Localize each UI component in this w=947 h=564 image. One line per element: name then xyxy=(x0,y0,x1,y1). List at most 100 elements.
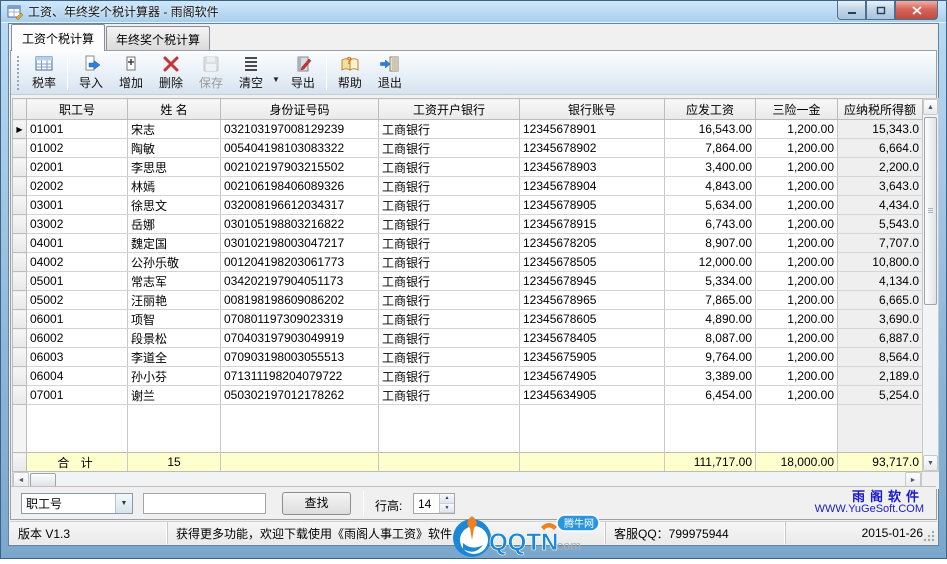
table-row[interactable]: 05002 汪丽艳 008198198609086202 工商银行 123456… xyxy=(13,291,923,310)
table-row[interactable]: 02001 李思思 002102197903215502 工商银行 123456… xyxy=(13,158,923,177)
cell-salary[interactable]: 7,865.00 xyxy=(665,291,756,310)
row-indicator-cell[interactable] xyxy=(13,272,27,291)
cell-taxable[interactable]: 5,543.0 xyxy=(838,215,923,234)
cell-id-number[interactable]: 008198198609086202 xyxy=(221,291,379,310)
spinner-down-button[interactable]: ▼ xyxy=(440,504,454,514)
cell-salary[interactable]: 4,843.00 xyxy=(665,177,756,196)
cell-bank[interactable]: 工商银行 xyxy=(379,139,520,158)
cell-bank[interactable]: 工商银行 xyxy=(379,291,520,310)
cell-insurance[interactable]: 1,200.00 xyxy=(756,386,838,405)
header-taxable[interactable]: 应纳税所得额 xyxy=(838,99,923,120)
cell-taxable[interactable]: 2,189.0 xyxy=(838,367,923,386)
table-row[interactable]: 06001 项智 070801197309023319 工商银行 1234567… xyxy=(13,310,923,329)
spinner-up-button[interactable]: ▲ xyxy=(440,494,454,504)
cell-salary[interactable]: 12,000.00 xyxy=(665,253,756,272)
row-indicator-cell[interactable] xyxy=(13,310,27,329)
cell-name[interactable]: 项智 xyxy=(128,310,221,329)
cell-salary[interactable]: 6,743.00 xyxy=(665,215,756,234)
header-salary[interactable]: 应发工资 xyxy=(665,99,756,120)
cell-name[interactable]: 汪丽艳 xyxy=(128,291,221,310)
cell-account[interactable]: 12345675905 xyxy=(520,348,665,367)
cell-bank[interactable]: 工商银行 xyxy=(379,177,520,196)
cell-insurance[interactable]: 1,200.00 xyxy=(756,177,838,196)
cell-account[interactable]: 12345678901 xyxy=(520,120,665,139)
cell-taxable[interactable]: 6,665.0 xyxy=(838,291,923,310)
cell-taxable[interactable]: 7,707.0 xyxy=(838,234,923,253)
cell-salary[interactable]: 8,087.00 xyxy=(665,329,756,348)
cell-bank[interactable]: 工商银行 xyxy=(379,253,520,272)
cell-account[interactable]: 12345678905 xyxy=(520,196,665,215)
cell-salary[interactable]: 9,764.00 xyxy=(665,348,756,367)
tab-salary-tax[interactable]: 工资个税计算 xyxy=(11,24,105,51)
cell-name[interactable]: 孙小芬 xyxy=(128,367,221,386)
search-input[interactable] xyxy=(143,493,266,514)
horizontal-scroll-thumb[interactable] xyxy=(30,473,56,487)
cell-account[interactable]: 12345678903 xyxy=(520,158,665,177)
vertical-scroll-thumb[interactable] xyxy=(924,117,937,305)
export-button[interactable]: 导出 xyxy=(283,53,323,93)
cell-emp-id[interactable]: 06002 xyxy=(27,329,128,348)
cell-emp-id[interactable]: 05001 xyxy=(27,272,128,291)
cell-salary[interactable]: 5,634.00 xyxy=(665,196,756,215)
cell-emp-id[interactable]: 06001 xyxy=(27,310,128,329)
table-row[interactable]: 07001 谢兰 050302197012178262 工商银行 1234563… xyxy=(13,386,923,405)
header-emp-id[interactable]: 职工号 xyxy=(27,99,128,120)
help-button[interactable]: ? 帮助 xyxy=(330,53,370,93)
row-indicator-cell[interactable] xyxy=(13,177,27,196)
delete-button[interactable]: 删除 xyxy=(151,53,191,93)
cell-emp-id[interactable]: 01001 xyxy=(27,120,128,139)
cell-insurance[interactable]: 1,200.00 xyxy=(756,367,838,386)
combo-dropdown-button[interactable]: ▼ xyxy=(115,494,132,513)
cell-taxable[interactable]: 3,690.0 xyxy=(838,310,923,329)
row-indicator-cell[interactable] xyxy=(13,367,27,386)
header-account[interactable]: 银行账号 xyxy=(520,99,665,120)
brand-website-link[interactable]: WWW.YuGeSoft.COM xyxy=(815,503,924,516)
cell-insurance[interactable]: 1,200.00 xyxy=(756,329,838,348)
cell-name[interactable]: 岳娜 xyxy=(128,215,221,234)
tax-rate-button[interactable]: 税率 xyxy=(24,53,64,93)
cell-id-number[interactable]: 070903198003055513 xyxy=(221,348,379,367)
toolbar-grip[interactable] xyxy=(16,56,21,90)
cell-taxable[interactable]: 4,134.0 xyxy=(838,272,923,291)
row-indicator-cell[interactable] xyxy=(13,158,27,177)
cell-salary[interactable]: 7,864.00 xyxy=(665,139,756,158)
cell-insurance[interactable]: 1,200.00 xyxy=(756,253,838,272)
cell-insurance[interactable]: 1,200.00 xyxy=(756,139,838,158)
table-row[interactable]: 01002 陶敏 005404198103083322 工商银行 1234567… xyxy=(13,139,923,158)
cell-bank[interactable]: 工商银行 xyxy=(379,348,520,367)
exit-button[interactable]: 退出 xyxy=(370,53,410,93)
row-indicator-cell[interactable] xyxy=(13,215,27,234)
cell-taxable[interactable]: 15,343.0 xyxy=(838,120,923,139)
cell-salary[interactable]: 4,890.00 xyxy=(665,310,756,329)
row-indicator-cell[interactable] xyxy=(13,329,27,348)
table-row[interactable]: 04001 魏定国 030102198003047217 工商银行 123456… xyxy=(13,234,923,253)
cell-salary[interactable]: 6,454.00 xyxy=(665,386,756,405)
table-row[interactable]: 06002 段景松 070403197903049919 工商银行 123456… xyxy=(13,329,923,348)
cell-account[interactable]: 12345678405 xyxy=(520,329,665,348)
cell-id-number[interactable]: 005404198103083322 xyxy=(221,139,379,158)
search-button[interactable]: 查找 xyxy=(282,492,351,515)
cell-insurance[interactable]: 1,200.00 xyxy=(756,291,838,310)
header-id-number[interactable]: 身份证号码 xyxy=(221,99,379,120)
header-name[interactable]: 姓 名 xyxy=(128,99,221,120)
titlebar[interactable]: 工资、年终奖个税计算器 - 雨阁软件 xyxy=(1,1,946,23)
cell-salary[interactable]: 8,907.00 xyxy=(665,234,756,253)
cell-name[interactable]: 林嫣 xyxy=(128,177,221,196)
cell-emp-id[interactable]: 05002 xyxy=(27,291,128,310)
minimize-button[interactable] xyxy=(837,1,866,20)
cell-emp-id[interactable]: 06003 xyxy=(27,348,128,367)
cell-id-number[interactable]: 032008196612034317 xyxy=(221,196,379,215)
cell-emp-id[interactable]: 02001 xyxy=(27,158,128,177)
cell-insurance[interactable]: 1,200.00 xyxy=(756,310,838,329)
header-bank[interactable]: 工资开户银行 xyxy=(379,99,520,120)
cell-account[interactable]: 12345678605 xyxy=(520,310,665,329)
cell-taxable[interactable]: 6,887.0 xyxy=(838,329,923,348)
cell-name[interactable]: 公孙乐敬 xyxy=(128,253,221,272)
cell-name[interactable]: 段景松 xyxy=(128,329,221,348)
scroll-up-arrow[interactable]: ▲ xyxy=(923,99,938,115)
cell-bank[interactable]: 工商银行 xyxy=(379,196,520,215)
cell-salary[interactable]: 16,543.00 xyxy=(665,120,756,139)
row-indicator-cell[interactable] xyxy=(13,196,27,215)
cell-insurance[interactable]: 1,200.00 xyxy=(756,348,838,367)
cell-id-number[interactable]: 070801197309023319 xyxy=(221,310,379,329)
